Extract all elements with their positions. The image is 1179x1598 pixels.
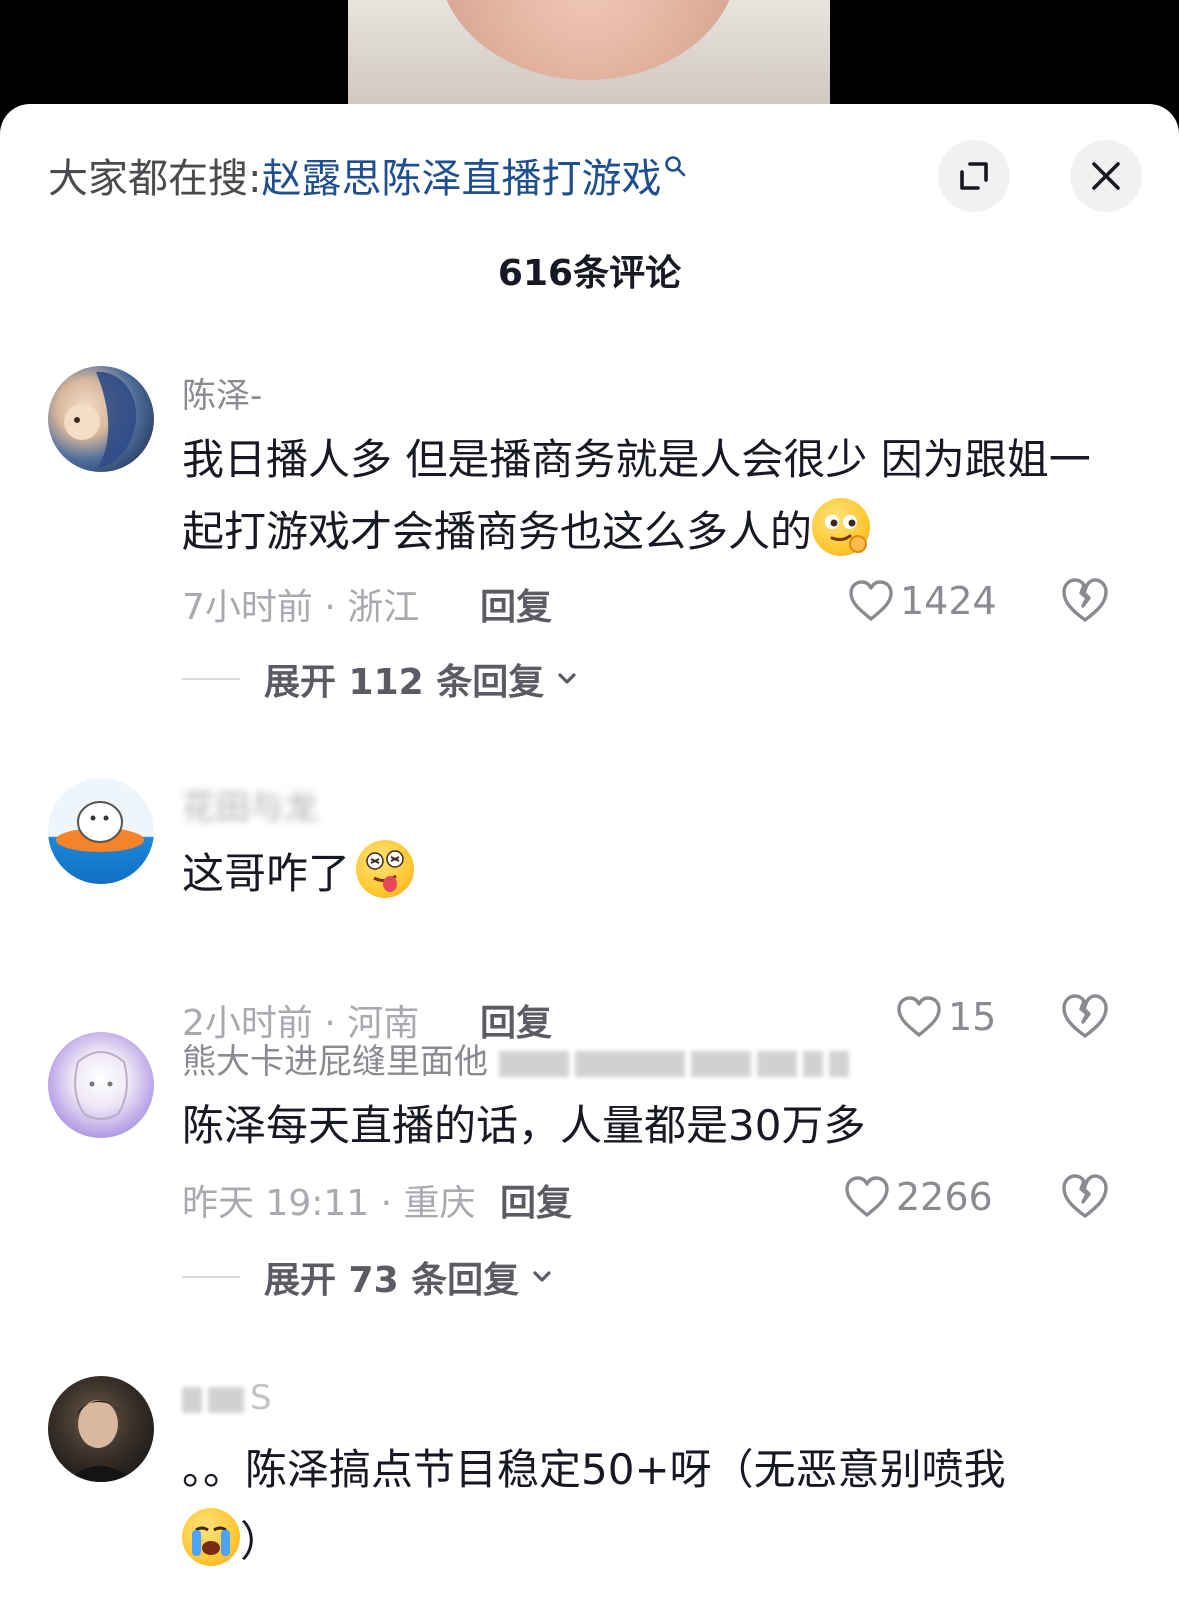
comment-meta: 昨天 19:11 · 重庆	[182, 1183, 476, 1224]
username[interactable]: 花田与龙	[182, 780, 318, 829]
comment-meta: 7小时前 · 浙江	[182, 587, 420, 628]
comment-text-content: 我日播人多 但是播商务就是人会很少 因为跟姐一起打游戏才会播商务也这么多人的	[182, 435, 1091, 556]
search-suggestion[interactable]: 大家都在搜: 赵露思陈泽直播打游戏	[48, 150, 687, 202]
comment-item: 熊大卡进屁缝里面他 陈泽每天直播的话，人量都是30万多 昨天 19:11 · 重…	[0, 1030, 1179, 1350]
username-text: S	[250, 1378, 272, 1418]
chevron-down-icon	[558, 673, 576, 684]
like-button[interactable]: 1424	[848, 576, 997, 626]
redacted-block	[756, 1050, 797, 1077]
avatar[interactable]	[48, 778, 154, 884]
avatar[interactable]	[48, 366, 154, 472]
comment-text-line: 。。陈泽搞点节目稳定50+呀（无恶意别喷我	[182, 1445, 1006, 1494]
comment-text: 我日播人多 但是播商务就是人会很少 因为跟姐一起打游戏才会播商务也这么多人的	[182, 424, 1112, 568]
like-count: 2266	[896, 1175, 993, 1219]
redacted-block	[498, 1050, 569, 1077]
reply-button[interactable]: 回复	[500, 1174, 572, 1226]
redacted-block	[574, 1050, 685, 1077]
search-query-link[interactable]: 赵露思陈泽直播打游戏	[261, 146, 661, 204]
redacted-block	[208, 1386, 244, 1413]
broken-heart-icon[interactable]	[1060, 576, 1110, 626]
expand-divider	[182, 678, 240, 680]
like-count: 1424	[900, 579, 997, 623]
comment-text: 这哥咋了	[182, 838, 1112, 910]
expand-icon	[960, 162, 988, 190]
heart-icon	[845, 1176, 889, 1217]
avatar[interactable]	[48, 1032, 154, 1138]
comment-text: 。。陈泽搞点节目稳定50+呀（无恶意别喷我 ）	[182, 1434, 1112, 1578]
expand-divider	[182, 1276, 240, 1278]
chevron-down-icon	[533, 1271, 551, 1282]
comment-count-title: 616条评论	[497, 253, 682, 294]
comment-text-line-2: ）	[182, 1506, 1112, 1578]
expand-replies-label: 展开 73 条回复	[264, 1260, 520, 1301]
crazy-face-emoji-icon	[356, 840, 415, 898]
fullscreen-button[interactable]	[938, 140, 1010, 212]
like-button[interactable]: 2266	[844, 1172, 993, 1222]
comment-item: S 。。陈泽搞点节目稳定50+呀（无恶意别喷我 ）	[0, 1374, 1179, 1598]
redacted-block	[690, 1050, 751, 1077]
heart-icon	[849, 580, 893, 621]
expand-replies-button[interactable]: 展开 73 条回复	[182, 1252, 557, 1302]
avatar[interactable]	[48, 1376, 154, 1482]
username[interactable]: 熊大卡进屁缝里面他	[182, 1034, 855, 1083]
expand-replies-button[interactable]: 展开 112 条回复	[182, 654, 582, 704]
search-prefix-label: 大家都在搜:	[48, 156, 262, 202]
video-player-area[interactable]	[0, 0, 1179, 110]
username[interactable]: S	[182, 1378, 272, 1418]
close-button[interactable]	[1070, 140, 1142, 212]
username-text: 熊大卡进屁缝里面他	[182, 1042, 488, 1082]
comment-text-tail: ）	[240, 1517, 283, 1566]
expand-replies-label: 展开 112 条回复	[264, 662, 545, 703]
comment-text: 陈泽每天直播的话，人量都是30万多	[182, 1101, 866, 1150]
video-thumbnail	[348, 0, 830, 110]
broken-heart-icon[interactable]	[1060, 1172, 1110, 1222]
redacted-block	[182, 1386, 202, 1413]
username[interactable]: 陈泽-	[182, 368, 262, 417]
redacted-block	[802, 1050, 823, 1077]
comment-text-content: 这哥咋了	[182, 849, 351, 898]
comment-item: 花田与龙 这哥咋了 2小时前 · 河南 回复 15	[0, 776, 1179, 1044]
avatar-illustration	[66, 1400, 136, 1482]
username-text: 花田与龙	[182, 788, 318, 828]
video-face-image	[438, 0, 738, 80]
reply-button[interactable]: 回复	[480, 578, 552, 630]
avatar-illustration	[74, 1051, 128, 1120]
thinking-smirk-emoji-icon	[812, 498, 871, 556]
comment-item: 陈泽- 我日播人多 但是播商务就是人会很少 因为跟姐一起打游戏才会播商务也这么多…	[0, 364, 1179, 724]
crying-face-emoji-icon	[182, 1508, 240, 1566]
avatar-illustration	[64, 371, 137, 468]
avatar-illustration	[56, 801, 144, 852]
comment-sheet: 大家都在搜: 赵露思陈泽直播打游戏 616条评论 陈泽- 我日播人多 但是播商务…	[0, 104, 1179, 1598]
redacted-block	[828, 1050, 849, 1077]
search-icon	[665, 156, 686, 177]
close-icon	[1092, 162, 1120, 190]
